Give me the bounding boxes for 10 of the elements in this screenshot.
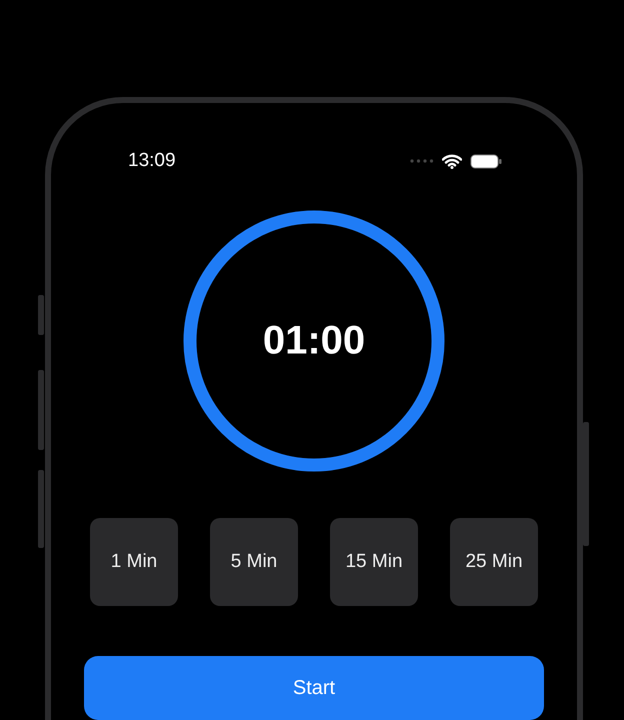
start-button[interactable]: Start bbox=[84, 656, 544, 720]
preset-button[interactable]: 5 Min bbox=[210, 518, 298, 606]
preset-button[interactable]: 15 Min bbox=[330, 518, 418, 606]
preset-button[interactable]: 1 Min bbox=[90, 518, 178, 606]
battery-icon bbox=[470, 154, 502, 168]
timer-display: 01:00 bbox=[262, 318, 366, 364]
preset-button[interactable]: 25 Min bbox=[450, 518, 538, 606]
status-time: 13:09 bbox=[128, 150, 176, 172]
signal-icon bbox=[410, 159, 434, 163]
wifi-icon bbox=[442, 154, 462, 168]
